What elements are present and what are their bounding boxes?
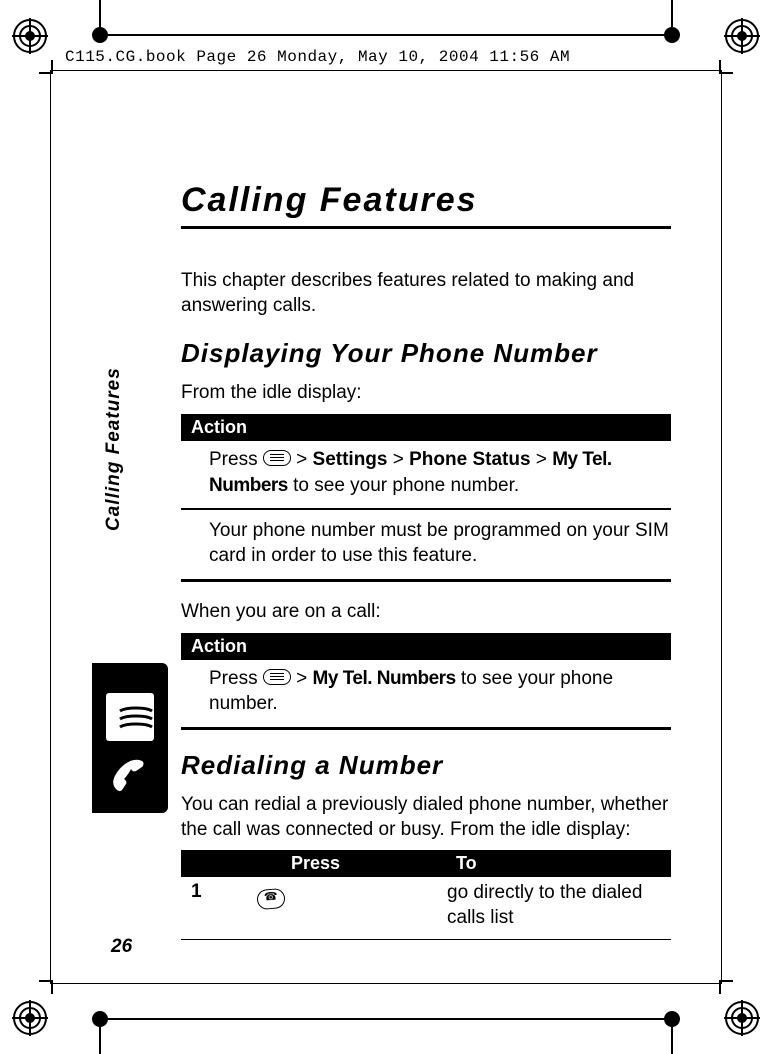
section-heading: Displaying Your Phone Number xyxy=(181,338,671,369)
text: > xyxy=(387,449,409,470)
menu-path: Phone Status xyxy=(409,449,530,470)
rule xyxy=(181,579,671,582)
menu-key-icon xyxy=(263,450,291,466)
text: Press xyxy=(209,449,263,470)
section-heading: Redialing a Number xyxy=(181,750,671,781)
crop-line xyxy=(108,1018,664,1020)
thumb-tab xyxy=(92,663,168,813)
crop-dot-icon xyxy=(664,27,680,43)
section-lead: You can redial a previously dialed phone… xyxy=(181,793,671,842)
crop-line xyxy=(671,1027,673,1054)
intro-text: This chapter describes features related … xyxy=(181,269,671,318)
action-body: Press > My Tel. Numbers to see your phon… xyxy=(181,660,671,723)
page-content: Calling Features This chapter describes … xyxy=(181,181,671,948)
title-rule xyxy=(181,226,671,229)
col-to: To xyxy=(446,850,671,877)
text: > xyxy=(531,449,553,470)
section-lead: From the idle display: xyxy=(181,381,671,406)
page-title: Calling Features xyxy=(181,181,671,220)
reg-mark-icon xyxy=(724,1000,760,1036)
page-frame: Calling Features Calling Features This c… xyxy=(50,70,722,984)
row-to: go directly to the dialed calls list xyxy=(437,881,671,930)
crop-line xyxy=(99,1027,101,1054)
doc-header-meta: C115.CG.book Page 26 Monday, May 10, 200… xyxy=(65,48,570,66)
press-table-header: Press To xyxy=(181,850,671,877)
menu-path: My Tel. Numbers xyxy=(313,668,456,689)
action-note: Your phone number must be programmed on … xyxy=(181,518,671,575)
send-key-icon: ☎ xyxy=(256,888,286,910)
action-header: Action xyxy=(181,633,671,660)
text: > xyxy=(291,449,313,470)
col-press: Press xyxy=(281,850,446,877)
reg-mark-icon xyxy=(724,18,760,54)
crop-dot-icon xyxy=(664,1011,680,1027)
text: Press xyxy=(209,668,263,689)
menu-path: Settings xyxy=(313,449,388,470)
action-header: Action xyxy=(181,414,671,441)
menu-key-icon xyxy=(263,669,291,685)
rule xyxy=(181,727,671,730)
rule xyxy=(181,939,671,941)
crop-line xyxy=(99,0,101,27)
text: > xyxy=(291,668,313,689)
press-table-row: 1 ☎ go directly to the dialed calls list xyxy=(181,877,671,930)
crop-dot-icon xyxy=(92,1011,108,1027)
crop-line xyxy=(108,34,664,36)
action-body: Press > Settings > Phone Status > My Tel… xyxy=(181,441,671,504)
rule xyxy=(181,508,671,510)
row-num: 1 xyxy=(181,881,247,930)
side-tab-label: Calling Features xyxy=(103,367,125,531)
reg-mark-icon xyxy=(12,1000,48,1036)
crop-dot-icon xyxy=(92,27,108,43)
reg-mark-icon xyxy=(12,18,48,54)
page-number: 26 xyxy=(111,936,132,958)
thumb-tab-lines-icon xyxy=(106,693,154,741)
section-lead: When you are on a call: xyxy=(181,600,671,625)
crop-line xyxy=(671,0,673,27)
text: to see your phone number. xyxy=(288,475,519,496)
phone-icon xyxy=(102,749,158,805)
